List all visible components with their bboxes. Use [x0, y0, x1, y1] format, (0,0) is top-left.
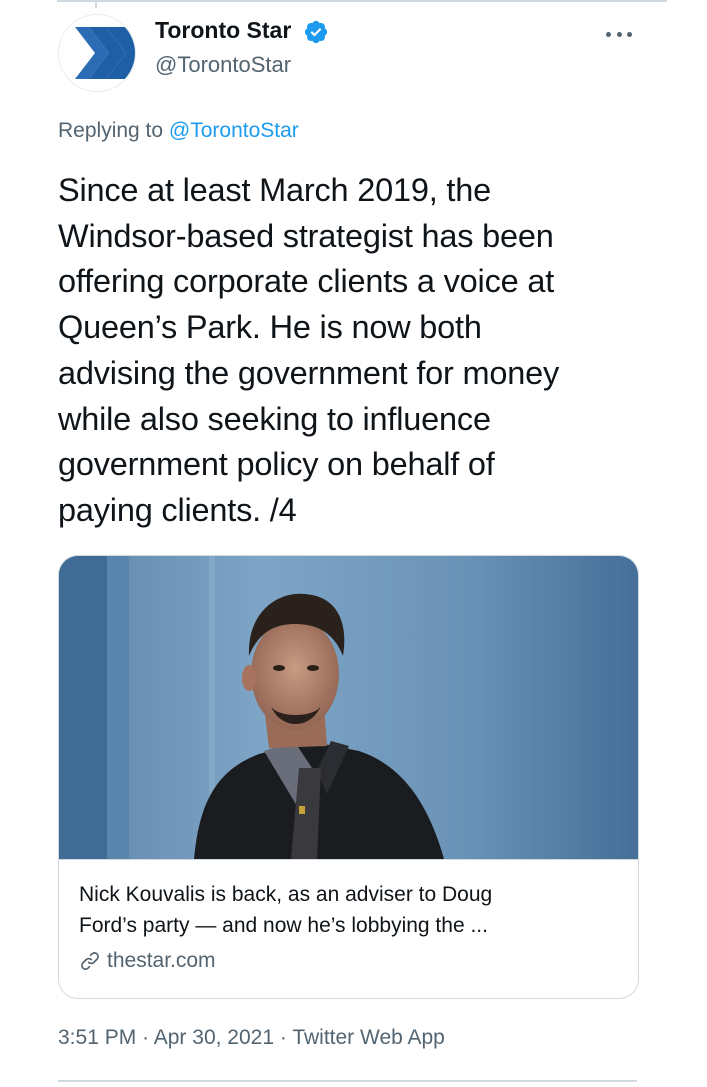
- verified-badge-icon: [304, 20, 328, 44]
- meta-separator: ·: [279, 1026, 287, 1049]
- tweet-time[interactable]: 3:51 PM: [58, 1026, 136, 1049]
- bottom-divider: [58, 1080, 637, 1082]
- replying-prefix: Replying to: [58, 119, 164, 142]
- tweet-meta: 3:51 PM · Apr 30, 2021 · Twitter Web App: [58, 1026, 445, 1050]
- more-dot: [616, 31, 622, 37]
- tweet-source[interactable]: Twitter Web App: [292, 1026, 445, 1049]
- tweet-line: Windsor-based strategist has been: [58, 217, 554, 254]
- card-domain-text: thestar.com: [107, 949, 216, 972]
- link-icon: [81, 952, 99, 970]
- card-domain[interactable]: thestar.com: [79, 946, 216, 976]
- tweet-line: Since at least March 2019, the: [58, 172, 492, 208]
- more-dot: [627, 31, 632, 37]
- card-title[interactable]: Nick Kouvalis is back, as an adviser to …: [79, 879, 619, 941]
- tweet-line: offering corporate clients a voice at: [58, 263, 555, 300]
- more-options-icon[interactable]: [606, 22, 632, 46]
- author-avatar[interactable]: [58, 14, 136, 92]
- tweet-date[interactable]: Apr 30, 2021: [154, 1026, 274, 1049]
- card-title-line: Ford’s party — and now he’s lobbying the…: [79, 914, 488, 937]
- top-divider: [57, 0, 667, 2]
- tweet-line: paying clients. /4: [58, 491, 297, 528]
- tweet-line: advising the government for money: [58, 354, 560, 391]
- author-display-name[interactable]: Toronto Star: [155, 17, 291, 44]
- more-dot: [606, 31, 611, 37]
- link-preview-card[interactable]: Nick Kouvalis is back, as an adviser to …: [58, 555, 639, 999]
- tweet-line: government policy on behalf of: [58, 446, 495, 483]
- meta-separator: ·: [142, 1026, 150, 1049]
- card-title-line: Nick Kouvalis is back, as an adviser to …: [79, 883, 493, 906]
- card-image[interactable]: [59, 556, 638, 860]
- toronto-star-logo-icon: [59, 15, 135, 91]
- tweet-line: Queen’s Park. He is now both: [58, 309, 482, 346]
- tweet-text: Since at least March 2019, the Windsor-b…: [58, 168, 658, 534]
- replying-to: Replying to @TorontoStar: [58, 119, 299, 143]
- tweet-line: while also seeking to influence: [58, 400, 491, 437]
- article-photo: [59, 556, 638, 859]
- author-handle[interactable]: @TorontoStar: [155, 52, 291, 78]
- thread-connector: [95, 0, 97, 8]
- reply-mention-link[interactable]: @TorontoStar: [169, 119, 299, 142]
